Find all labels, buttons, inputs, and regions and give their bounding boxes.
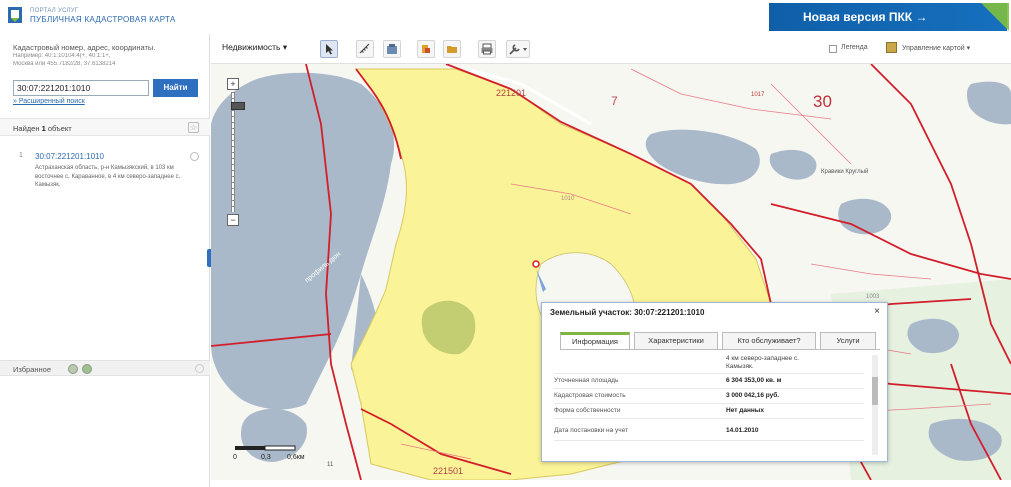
parcel-number-1003: 1003 xyxy=(866,294,880,300)
row-divider xyxy=(554,388,864,389)
cadastral-value: 3 000 042,16 руб. xyxy=(726,392,780,399)
popup-body: 4 км северо-западнее с. Камызяк. Уточнен… xyxy=(550,355,880,455)
block-label-bottom: 221501 xyxy=(433,466,464,476)
favorites-settings-icon[interactable] xyxy=(195,364,204,373)
map-management-dropdown[interactable]: Управление картой ▾ xyxy=(902,44,970,52)
identify-tool-button[interactable] xyxy=(383,40,401,58)
new-version-label: Новая версия ПКК → xyxy=(803,10,928,24)
popup-scrollbar-thumb[interactable] xyxy=(872,377,878,405)
layer-select[interactable]: Недвижимость ▾ xyxy=(222,42,287,56)
ownership-value: Нет данных xyxy=(726,407,764,414)
parcel-number-7: 7 xyxy=(611,94,618,108)
portal-name: ПОРТАЛ УСЛУГ xyxy=(30,8,79,14)
parcel-number-1017: 1017 xyxy=(751,92,765,98)
select-tool-button[interactable] xyxy=(320,40,338,58)
cursor-icon xyxy=(326,44,333,55)
folder-icon xyxy=(447,46,457,53)
map-toolbar: Недвижимость ▾ Легенда Управление картой… xyxy=(211,34,1011,64)
zoom-in-button[interactable]: + xyxy=(227,78,239,90)
address-continuation-2: Камызяк. xyxy=(726,363,754,370)
row-divider xyxy=(554,418,864,419)
area-value: 6 304 353,00 кв. м xyxy=(726,377,782,384)
result-address: Астраханская область, р-н Камызякский, в… xyxy=(35,165,181,188)
result-cadastral-link[interactable]: 30:07:221201:1010 xyxy=(35,152,104,161)
zoom-track[interactable] xyxy=(231,92,245,212)
star-icon[interactable]: ☆ xyxy=(188,122,199,133)
tab-characteristics[interactable]: Характеристики xyxy=(634,332,718,349)
print-button[interactable] xyxy=(478,40,496,58)
search-input[interactable] xyxy=(13,80,149,96)
tools-dropdown-button[interactable] xyxy=(506,40,530,58)
search-hint: Кадастровый номер, адрес, координаты. xyxy=(13,43,156,52)
parcel-number-30: 30 xyxy=(813,92,832,111)
address-continuation-1: 4 км северо-западнее с. xyxy=(726,355,799,362)
zoom-slider-handle[interactable] xyxy=(231,102,245,110)
printer-icon xyxy=(481,43,493,55)
measure-tool-button[interactable] xyxy=(356,40,374,58)
site-title[interactable]: ПУБЛИЧНАЯ КАДАСТРОВАЯ КАРТА xyxy=(30,15,176,24)
parcel-number-1010: 1010 xyxy=(561,196,575,202)
search-hint-example-2: Москва или 455.7182/28, 37.6138214 xyxy=(13,61,116,67)
map-grid-icon xyxy=(886,42,897,53)
layers-icon xyxy=(422,45,430,53)
scale-bar: 0 0,3 0,6км xyxy=(233,444,305,464)
scale-bar-graphic xyxy=(235,445,296,451)
ownership-label: Форма собственности xyxy=(554,407,621,414)
found-count: 1 xyxy=(41,124,46,133)
result-number: 1 xyxy=(19,152,23,159)
popup-title: Земельный участок: 30:07:221201:1010 xyxy=(550,308,705,317)
zoom-control: + − xyxy=(227,78,245,226)
cadastral-value-label: Кадастровая стоимость xyxy=(554,392,626,399)
tab-who-serves[interactable]: Кто обслуживает? xyxy=(722,332,816,349)
popup-tabs: Информация Характеристики Кто обслуживае… xyxy=(560,332,880,350)
tab-information[interactable]: Информация xyxy=(560,332,630,349)
find-button[interactable]: Найти xyxy=(153,79,198,97)
row-divider xyxy=(554,403,864,404)
row-divider xyxy=(554,373,864,374)
favorites-label: Избранное xyxy=(13,365,52,374)
corner-decoration xyxy=(981,3,1009,31)
found-prefix: Найден xyxy=(13,124,40,133)
area-label: Уточненная площадь xyxy=(554,377,619,384)
portal-logo-icon[interactable] xyxy=(6,5,24,25)
layers-tool-button[interactable] xyxy=(417,40,435,58)
ruler-icon xyxy=(359,43,370,54)
tab-services[interactable]: Услуги xyxy=(820,332,876,349)
search-hint-example-1: Например: 40:1:10104:4(+, 40:1:1+, xyxy=(13,53,111,59)
row-divider xyxy=(554,440,864,441)
building-icon xyxy=(387,44,397,54)
legend-checkbox[interactable] xyxy=(829,45,837,53)
place-name-label: Кравики Круглый xyxy=(821,169,869,175)
favorites-list-icon[interactable] xyxy=(82,364,92,374)
zoom-out-button[interactable]: − xyxy=(227,214,239,226)
registration-date-value: 14.01.2010 xyxy=(726,427,759,434)
scale-mid: 0,3 xyxy=(261,454,271,461)
popup-scrollbar[interactable] xyxy=(872,355,878,455)
registration-date-label: Дата постановки на учет xyxy=(554,427,629,434)
advanced-search-link[interactable]: » Расширенный поиск xyxy=(13,98,85,105)
legend-label: Легенда xyxy=(841,44,868,51)
search-sidebar: Кадастровый номер, адрес, координаты. На… xyxy=(0,34,210,487)
scale-end: 0,6км xyxy=(287,454,305,461)
parcel-number-11: 11 xyxy=(327,462,334,468)
close-icon[interactable]: × xyxy=(872,307,882,317)
scale-zero: 0 xyxy=(233,454,237,461)
print-area-button[interactable] xyxy=(443,40,461,58)
favorites-add-icon[interactable] xyxy=(68,364,78,374)
wrench-icon xyxy=(509,44,527,55)
block-label-top: 221201 xyxy=(496,88,527,98)
favorites-bar: Избранное xyxy=(0,360,210,376)
new-version-button[interactable]: Новая версия ПКК → xyxy=(769,3,1009,31)
found-suffix: объект xyxy=(47,124,72,133)
zoom-to-icon[interactable] xyxy=(190,152,199,161)
header: ПОРТАЛ УСЛУГ ПУБЛИЧНАЯ КАДАСТРОВАЯ КАРТА… xyxy=(0,0,1011,34)
found-count-text: Найден 1 объект xyxy=(13,124,72,133)
results-header: Найден 1 объект ☆ xyxy=(0,118,210,136)
parcel-info-popup: Земельный участок: 30:07:221201:1010 × И… xyxy=(541,302,888,462)
